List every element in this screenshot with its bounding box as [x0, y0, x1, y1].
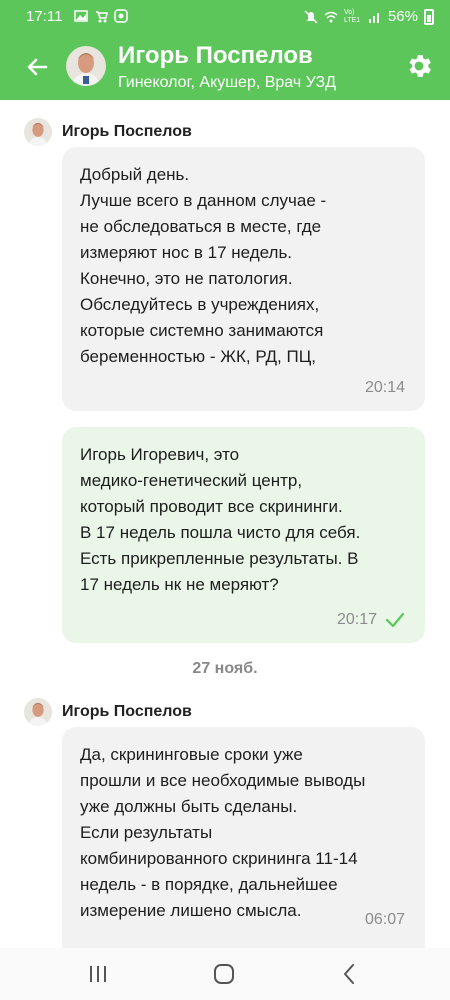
avatar[interactable]	[66, 46, 106, 86]
message-time: 06:07	[364, 911, 405, 928]
message-bubble-incoming[interactable]: Добрый день. Лучше всего в данном случае…	[62, 147, 425, 411]
recent-apps-icon[interactable]	[86, 962, 110, 986]
sender-name: Игорь Поспелов	[62, 123, 192, 140]
chat-header: Игорь Поспелов Гинеколог, Акушер, Врач У…	[0, 34, 450, 100]
stroller-icon	[96, 11, 108, 23]
message-line: Добрый день.	[80, 165, 190, 184]
message-line: уже должны быть сделаны.	[80, 797, 298, 816]
system-icons: Vo) LTE1 56%	[304, 8, 434, 25]
mute-icon	[304, 9, 318, 24]
message-line: измеряют нос в 17 недель.	[80, 243, 293, 262]
message-line: который проводит все скрининги.	[80, 497, 343, 516]
message-bubble-incoming[interactable]: Да, скрининговые сроки уже прошли и все …	[62, 727, 425, 948]
avatar[interactable]	[24, 118, 52, 146]
message-line: Игорь Игоревич, это	[80, 445, 240, 464]
avatar[interactable]	[24, 698, 52, 726]
message-meta: 20:17	[337, 611, 405, 629]
back-arrow-icon[interactable]	[22, 52, 52, 82]
signal-icon	[368, 12, 379, 23]
gear-icon[interactable]	[404, 51, 434, 81]
doctor-photo	[24, 698, 52, 726]
notification-icons	[74, 9, 128, 23]
network-label: Vo) LTE1	[343, 8, 361, 24]
message-line: не обследоваться в месте, где	[80, 217, 322, 236]
doctor-photo	[24, 118, 52, 146]
message-line: недель - в порядке, дальнейшее	[80, 875, 338, 894]
message-line: 17 недель нк не меряют?	[80, 575, 279, 594]
status-time: 17:11	[26, 8, 63, 25]
system-navigation-bar	[0, 948, 450, 1000]
message-sender: Игорь Поспелов	[24, 697, 192, 727]
battery-percent: 56%	[387, 8, 418, 25]
message-line: медико-генетический центр,	[80, 471, 303, 490]
message-time: 20:17	[336, 611, 377, 628]
doctor-specialty: Гинеколог, Акушер, Врач УЗД	[118, 74, 336, 91]
message-line: которые системно занимаются	[80, 321, 324, 340]
home-icon[interactable]	[212, 962, 236, 986]
message-line: Если результаты	[80, 823, 213, 842]
chat-messages[interactable]: Игорь Поспелов Добрый день. Лучше всего …	[0, 100, 450, 948]
message-meta: 20:14	[365, 379, 405, 397]
message-line: Обследуйтесь в учреждениях,	[80, 295, 320, 314]
message-line: измерение лишено смысла.	[80, 901, 302, 920]
date-separator: 27 нояб.	[192, 660, 258, 677]
message-time: 20:14	[364, 379, 405, 396]
read-check-icon	[385, 612, 405, 628]
doctor-photo	[66, 46, 106, 86]
page-title: Игорь Поспелов	[118, 42, 313, 69]
message-line: прошли и все необходимые выводы	[80, 771, 366, 790]
app-notification-icon	[114, 9, 128, 23]
sender-name: Игорь Поспелов	[62, 703, 192, 720]
status-bar: 17:11 Vo) LTE1 56%	[0, 0, 450, 34]
message-line: В 17 недель пошла чисто для себя.	[80, 523, 361, 542]
back-icon[interactable]	[338, 962, 362, 986]
wifi-icon	[324, 11, 338, 22]
message-line: Конечно, это не патология.	[80, 269, 293, 288]
message-line: Есть прикрепленные результаты. В	[80, 549, 359, 568]
message-line: комбинированного скрининга 11-14	[80, 849, 358, 868]
message-line: Да, скрининговые сроки уже	[80, 745, 303, 764]
message-bubble-outgoing[interactable]: Игорь Игоревич, это медико-генетический …	[62, 427, 425, 643]
message-line: Лучше всего в данном случае -	[80, 191, 327, 210]
image-icon	[74, 10, 88, 22]
message-line: беременностью - ЖК, РД, ПЦ,	[80, 347, 317, 366]
battery-icon	[424, 8, 434, 25]
message-sender: Игорь Поспелов	[24, 117, 192, 147]
message-meta: 06:07	[365, 911, 405, 929]
